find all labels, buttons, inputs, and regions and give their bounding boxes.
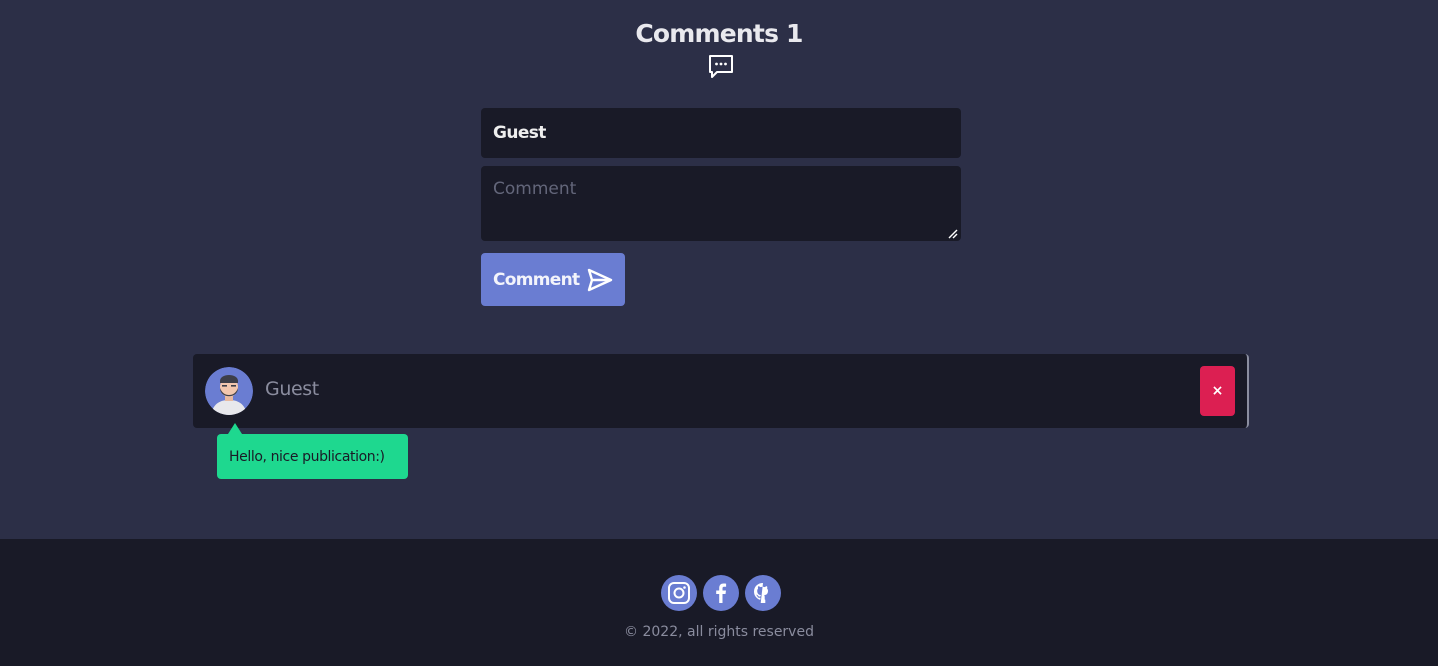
facebook-link[interactable]: [703, 575, 739, 611]
comment-author: Guest: [265, 378, 319, 400]
bearded-man-avatar-icon: [205, 367, 253, 415]
avatar: [205, 367, 253, 415]
comments-section: Comments 1 Comment: [0, 0, 1438, 539]
github-icon: [754, 583, 768, 603]
footer: © 2022, all rights reserved: [0, 539, 1438, 666]
instagram-icon: [668, 582, 690, 604]
comment-bubble-tail: [228, 423, 242, 434]
github-link[interactable]: [745, 575, 781, 611]
send-icon: [588, 268, 613, 291]
resize-handle-icon[interactable]: [948, 229, 958, 239]
instagram-link[interactable]: [661, 575, 697, 611]
comment-text: Hello, nice publication:): [217, 434, 408, 479]
submit-comment-label: Comment: [493, 269, 580, 290]
delete-comment-button[interactable]: ×: [1200, 366, 1235, 416]
comment-card: Guest ×: [193, 354, 1249, 428]
name-input[interactable]: [481, 108, 961, 158]
chat-bubble-icon: [709, 55, 733, 78]
page-title: Comments 1: [635, 19, 803, 48]
facebook-icon: [716, 583, 727, 603]
copyright-text: © 2022, all rights reserved: [624, 624, 814, 640]
submit-comment-button[interactable]: Comment: [481, 253, 625, 306]
comment-textarea[interactable]: [481, 166, 961, 241]
